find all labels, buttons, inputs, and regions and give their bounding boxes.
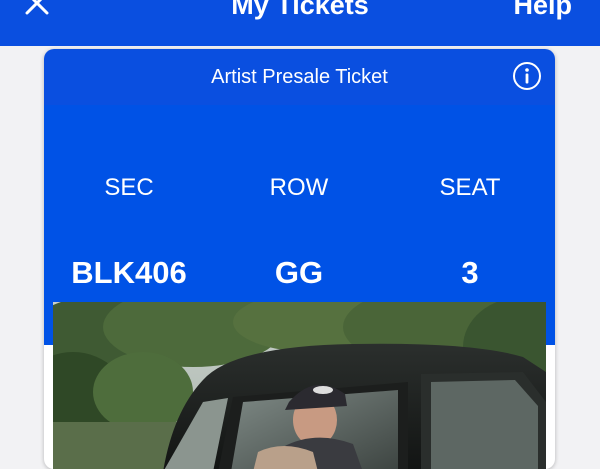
row-value: GG [274, 255, 324, 290]
event-photo-illustration [53, 302, 546, 469]
info-icon[interactable] [512, 61, 542, 91]
section-label: SEC [104, 174, 154, 201]
seat-label: SEAT [439, 174, 501, 201]
help-button[interactable]: Help [513, 0, 572, 22]
event-photo [53, 302, 546, 469]
row-label: ROW [269, 174, 329, 201]
section-value: BLK406 [71, 255, 187, 290]
ticket-header: Artist Presale Ticket [44, 49, 555, 105]
ticket-title: Artist Presale Ticket [211, 66, 388, 88]
page-title: My Tickets [231, 0, 369, 20]
top-app-bar: My Tickets Help [0, 0, 600, 46]
ticket-card[interactable]: Artist Presale Ticket SEC BLK406 ROW GG … [44, 49, 555, 469]
seat-value: 3 [461, 255, 479, 290]
